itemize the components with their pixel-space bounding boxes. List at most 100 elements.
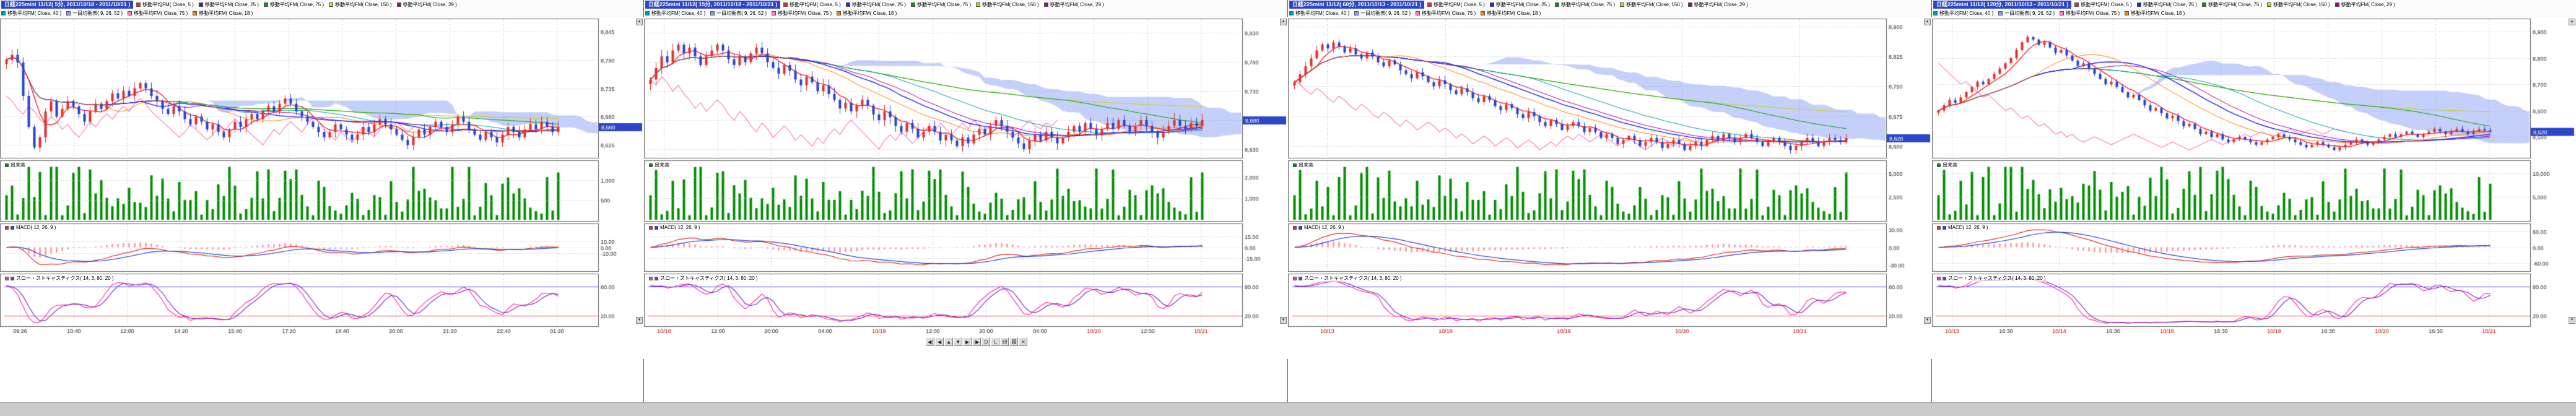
volume-label-text: 出来高 <box>1299 162 1313 168</box>
legend-swatch-icon <box>1044 2 1048 7</box>
legend-item: 移動平均FM( Close, 150 ) <box>329 1 392 8</box>
stoch-d-swatch-icon <box>11 277 14 280</box>
legend-item: 移動平均FM( Close, 75 ) <box>2202 1 2262 8</box>
legend-item: 移動平均FM( Close, 5 ) <box>136 1 194 8</box>
scroll-up-button[interactable]: ▲ <box>2569 19 2575 25</box>
legend-swatch-icon <box>397 2 401 7</box>
macd-label-text: MACD( 12, 26, 9 ) <box>660 225 700 230</box>
legend-swatch-icon <box>645 11 650 15</box>
chart-canvas[interactable] <box>1288 17 1932 359</box>
stoch-label-text: スロー・ストキャスティクス( 14, 3, 80, 20 ) <box>1948 275 2046 282</box>
legend-item: 移動平均FM( Close, 40 ) <box>1933 10 1993 17</box>
scroll-up-button[interactable]: ▲ <box>1280 19 1287 25</box>
volume-section-label: 出来高 <box>649 162 669 168</box>
ma-legend-row-1: 移動平均FM( Close, 5 ) 移動平均FM( Close, 25 ) 移動平… <box>136 1 462 8</box>
nav-button-4[interactable]: ▶ <box>963 337 972 346</box>
legend-item: 移動平均FM( Close, 150 ) <box>2267 1 2330 8</box>
legend-swatch-icon <box>1427 2 1432 7</box>
nav-button-8[interactable]: 印 <box>1000 337 1009 346</box>
legend-label: 一目均衡表( 9, 26, 52 ) <box>716 10 767 17</box>
legend-label: 移動平均FM( Close, 75 ) <box>2208 1 2262 8</box>
chart-canvas[interactable] <box>1932 17 2576 359</box>
scroll-down-button[interactable]: ▼ <box>1924 317 1931 324</box>
macd-signal-swatch-icon <box>11 226 14 230</box>
stoch-label-text: スロー・ストキャスティクス( 14, 3, 80, 20 ) <box>660 275 758 282</box>
legend-label: 一目均衡表( 9, 26, 52 ) <box>72 10 123 17</box>
legend-swatch-icon <box>772 11 776 15</box>
chart-title: 日経225mini 11/12( 120分, 2011/10/13 - 2011… <box>1933 1 2071 9</box>
scroll-down-button[interactable]: ▼ <box>636 317 643 324</box>
legend-swatch-icon <box>193 11 197 15</box>
legend-label: 一目均衡表( 9, 26, 52 ) <box>2004 10 2055 17</box>
legend-swatch-icon <box>710 11 715 15</box>
stoch-d-swatch-icon <box>1943 277 1946 280</box>
legend-swatch-icon <box>1555 2 1559 7</box>
ma-legend-row-2: 移動平均FM( Close, 40 ) 一目均衡表( 9, 26, 52 ) 移動平… <box>1933 10 2190 17</box>
legend-item: 移動平均FM( Close, 75 ) <box>911 1 971 8</box>
legend-item: 一目均衡表( 9, 26, 52 ) <box>66 10 123 17</box>
legend-swatch-icon <box>136 2 141 7</box>
nav-button-6[interactable]: D <box>981 337 990 346</box>
legend-label: 移動平均FM( Close, 25 ) <box>1496 1 1550 8</box>
legend-swatch-icon <box>1289 11 1294 15</box>
legend-swatch-icon <box>1354 11 1359 15</box>
charting-app-screen: 日経225mini 11/12( 5分, 2011/10/18 - 2011/1… <box>0 0 2576 416</box>
legend-item: 移動平均FM( Close, 75 ) <box>1416 10 1476 17</box>
legend-item: 一目均衡表( 9, 26, 52 ) <box>710 10 767 17</box>
nav-button-9[interactable]: 図 <box>1009 337 1018 346</box>
legend-label: 移動平均FM( Close, 25 ) <box>2143 1 2197 8</box>
legend-label: 移動平均FM( Close, 75 ) <box>1561 1 1615 8</box>
ma-legend-row-1: 移動平均FM( Close, 5 ) 移動平均FM( Close, 25 ) 移動平… <box>2074 1 2400 8</box>
macd-label-text: MACD( 12, 26, 9 ) <box>1948 225 1988 230</box>
legend-label: 移動平均FM( Close, 40 ) <box>651 10 705 17</box>
chart-canvas[interactable] <box>644 17 1288 359</box>
scroll-up-button[interactable]: ▲ <box>636 19 643 25</box>
scroll-down-button[interactable]: ▼ <box>2569 317 2575 324</box>
legend-item: 移動平均FM( Close, 5 ) <box>1427 1 1485 8</box>
legend-label: 移動平均FM( Close, 150 ) <box>1626 1 1683 8</box>
nav-button-7[interactable]: L <box>991 337 999 346</box>
stoch-d-swatch-icon <box>655 277 658 280</box>
volume-section-label: 出来高 <box>1937 162 1957 168</box>
chart-header: 日経225mini 11/12( 120分, 2011/10/13 - 2011… <box>1932 0 2576 17</box>
legend-swatch-icon <box>837 11 841 15</box>
nav-button-0[interactable]: ◀| <box>926 337 934 346</box>
nav-button-10[interactable]: ✕ <box>1019 337 1027 346</box>
chart-window-60min: 日経225mini 11/12( 60分, 2011/10/13 - 2011/… <box>1288 0 1932 402</box>
legend-item: 移動平均FM( Close, 29 ) <box>397 1 457 8</box>
scroll-down-button[interactable]: ▼ <box>1280 317 1287 324</box>
legend-label: 移動平均FM( Close, 40 ) <box>7 10 61 17</box>
chart-canvas[interactable] <box>0 17 644 359</box>
scroll-up-button[interactable]: ▲ <box>1924 19 1931 25</box>
macd-section-label: MACD( 12, 26, 9 ) <box>649 225 700 230</box>
chart-header-row-1: 日経225mini 11/12( 60分, 2011/10/13 - 2011/… <box>1288 0 1931 9</box>
nav-button-5[interactable]: |▶ <box>972 337 981 346</box>
chart-window-5min: 日経225mini 11/12( 5分, 2011/10/18 - 2011/1… <box>0 0 644 402</box>
legend-swatch-icon <box>1 11 6 15</box>
legend-item: 移動平均FM( Close, 25 ) <box>2137 1 2197 8</box>
legend-label: 移動平均FM( Close, 25 ) <box>852 1 906 8</box>
legend-item: 移動平均FM( Close, 18 ) <box>1481 10 1541 17</box>
volume-label-text: 出来高 <box>1943 162 1957 168</box>
chart-window-15min: 日経225mini 11/12( 15分, 2011/10/18 - 2011/… <box>644 0 1288 402</box>
nav-button-1[interactable]: ◀ <box>935 337 944 346</box>
legend-item: 移動平均FM( Close, 29 ) <box>2335 1 2395 8</box>
legend-label: 移動平均FM( Close, 29 ) <box>2341 1 2395 8</box>
legend-label: 移動平均FM( Close, 75 ) <box>270 1 324 8</box>
volume-label-text: 出来高 <box>655 162 669 168</box>
legend-swatch-icon <box>1416 11 1420 15</box>
stoch-k-swatch-icon <box>5 277 9 280</box>
legend-item: 移動平均FM( Close, 25 ) <box>199 1 259 8</box>
stoch-k-swatch-icon <box>1293 277 1297 280</box>
legend-swatch-icon <box>1998 11 2003 15</box>
nav-button-3[interactable]: ▼ <box>954 337 962 346</box>
legend-label: 移動平均FM( Close, 29 ) <box>403 1 457 8</box>
legend-label: 移動平均FM( Close, 18 ) <box>843 10 897 17</box>
chart-header: 日経225mini 11/12( 15分, 2011/10/18 - 2011/… <box>644 0 1287 17</box>
legend-swatch-icon <box>199 2 203 7</box>
legend-item: 移動平均FM( Close, 18 ) <box>2125 10 2185 17</box>
nav-button-2[interactable]: ▲ <box>944 337 953 346</box>
legend-label: 移動平均FM( Close, 5 ) <box>2081 1 2132 8</box>
legend-swatch-icon <box>2137 2 2141 7</box>
ma-legend-row-1: 移動平均FM( Close, 5 ) 移動平均FM( Close, 25 ) 移動平… <box>1427 1 1753 8</box>
